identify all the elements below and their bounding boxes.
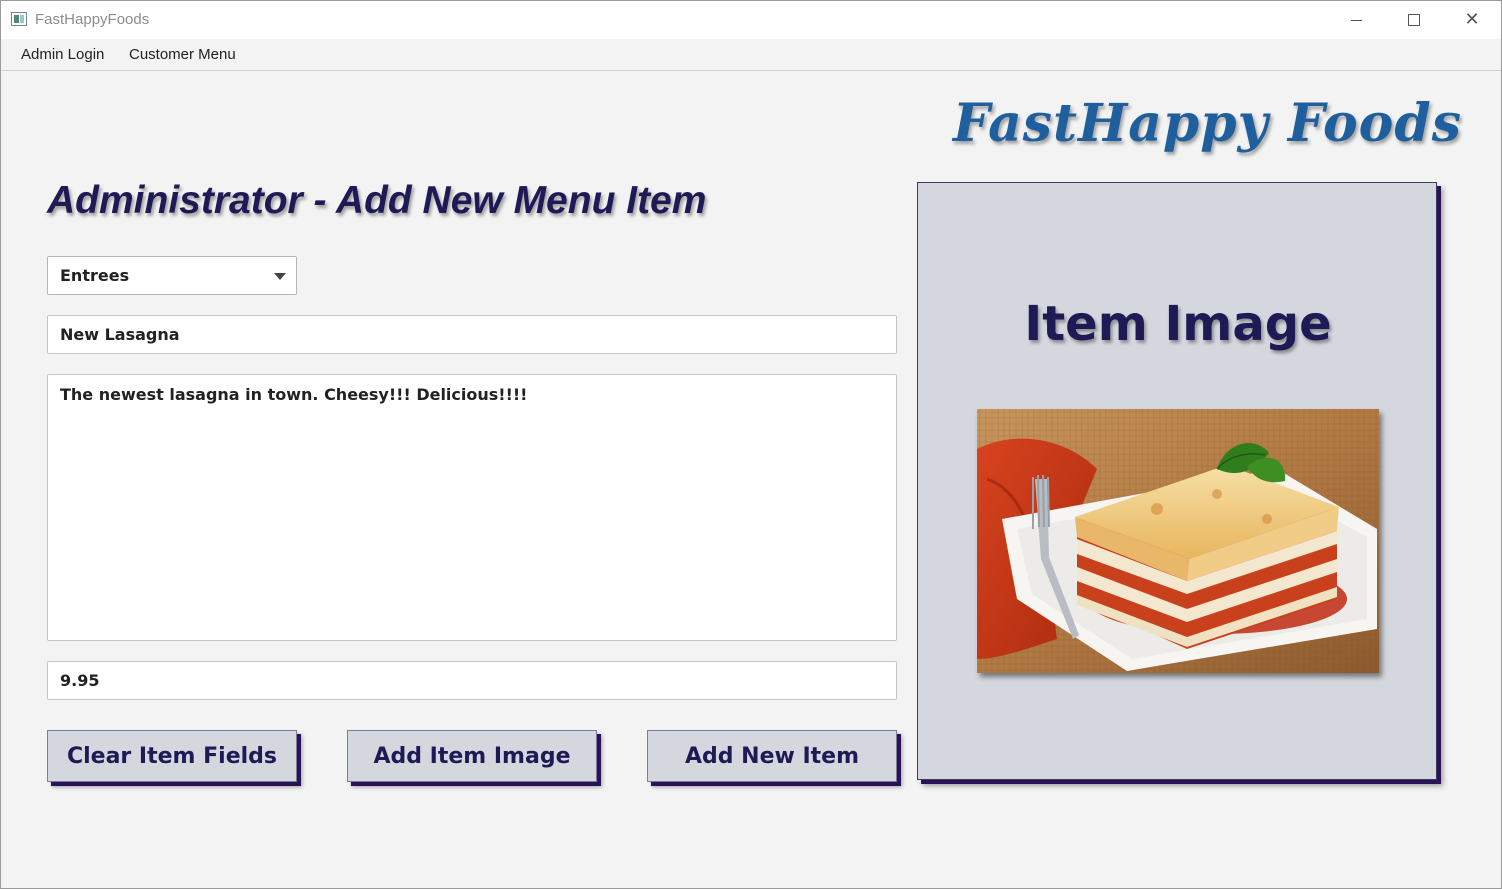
menu-bar: Admin Login Customer Menu (1, 39, 1501, 71)
item-photo (977, 409, 1379, 673)
item-name-value: New Lasagna (60, 325, 180, 344)
close-button[interactable]: ✕ (1443, 1, 1501, 39)
clear-item-fields-button[interactable]: Clear Item Fields (47, 730, 297, 782)
item-price-value: 9.95 (60, 671, 100, 690)
item-description-value: The newest lasagna in town. Cheesy!!! De… (60, 385, 528, 404)
add-item-image-button[interactable]: Add Item Image (347, 730, 597, 782)
maximize-button[interactable] (1385, 1, 1443, 39)
app-window: FastHappyFoods ✕ Admin Login Customer Me… (0, 0, 1502, 889)
item-image-panel: Item Image (917, 182, 1437, 780)
maximize-icon (1408, 14, 1420, 26)
menu-item-admin-login[interactable]: Admin Login (21, 46, 104, 63)
close-icon: ✕ (1464, 9, 1480, 30)
item-price-field[interactable]: 9.95 (47, 661, 897, 700)
add-new-item-button[interactable]: Add New Item (647, 730, 897, 782)
title-bar: FastHappyFoods ✕ (1, 1, 1501, 39)
brand-logo: FastHappy Foods (953, 93, 1462, 154)
category-select-value: Entrees (60, 266, 130, 285)
menu-item-customer-menu[interactable]: Customer Menu (129, 46, 236, 63)
category-select[interactable]: Entrees (47, 256, 297, 295)
minimize-button[interactable] (1327, 1, 1385, 39)
app-icon (11, 12, 27, 26)
page-title: Administrator - Add New Menu Item (47, 179, 707, 222)
item-name-field[interactable]: New Lasagna (47, 315, 897, 354)
chevron-down-icon[interactable] (274, 273, 286, 280)
item-description-field[interactable]: The newest lasagna in town. Cheesy!!! De… (47, 374, 897, 641)
minimize-icon (1350, 19, 1362, 21)
item-image-title: Item Image (1024, 296, 1332, 352)
window-title: FastHappyFoods (35, 11, 150, 28)
